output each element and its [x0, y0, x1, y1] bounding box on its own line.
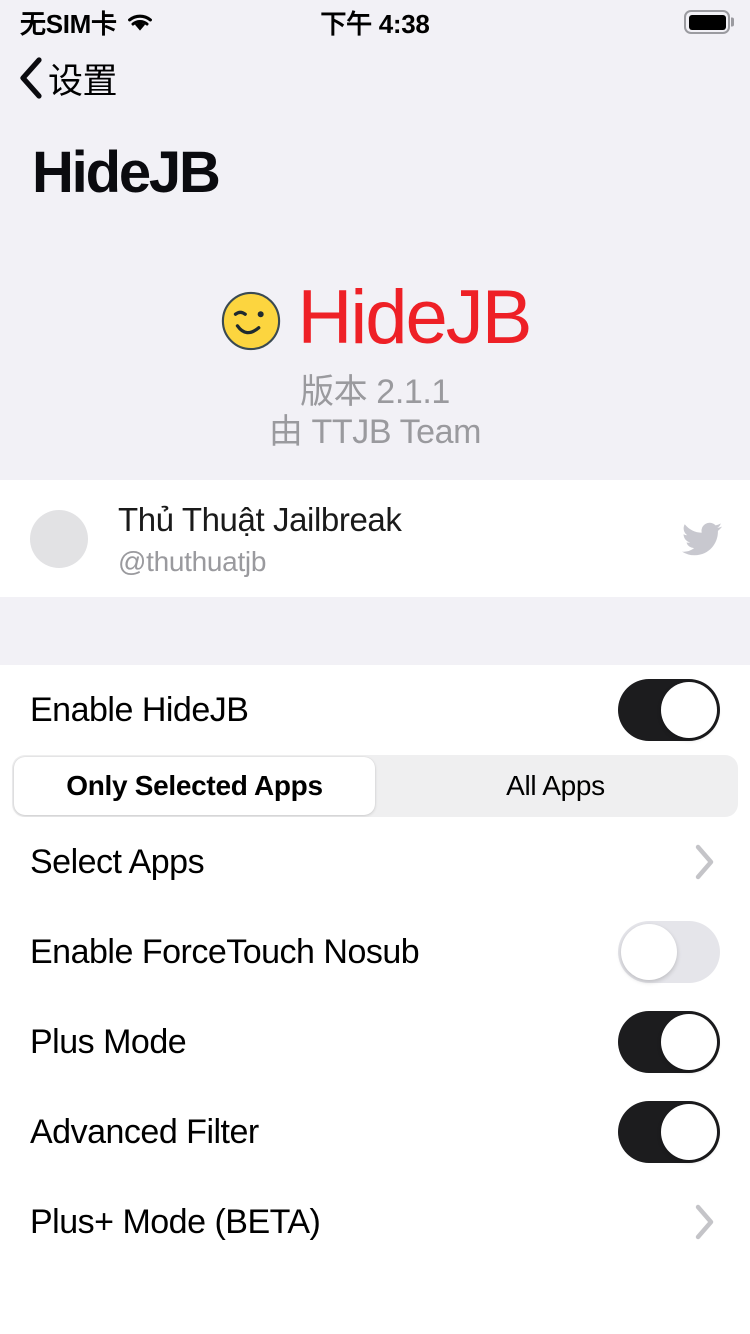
status-bar-left: 无SIM卡 [20, 4, 155, 41]
hero-title-row: HideJB [0, 280, 750, 356]
status-bar-right [684, 10, 730, 34]
row-label: Plus Mode [30, 1022, 187, 1061]
app-scope-segmented-control-wrap: Only Selected Apps All Apps [0, 755, 750, 818]
row-label: Enable ForceTouch Nosub [30, 932, 420, 971]
hero-title: HideJB [297, 275, 533, 360]
twitter-account-name: Thủ Thuật Jailbreak [118, 501, 402, 539]
section-separator [0, 597, 750, 666]
toggle-plus-mode[interactable] [618, 1011, 720, 1074]
twitter-account-handle: @thuthuatjb [118, 545, 267, 577]
winking-face-emoji [221, 291, 280, 351]
row-label: Advanced Filter [30, 1112, 259, 1151]
status-bar: 无SIM卡 下午 4:38 [0, 0, 750, 44]
chevron-right-icon [695, 1205, 714, 1240]
row-plus-mode[interactable]: Plus Mode [0, 997, 750, 1088]
chevron-left-icon [20, 57, 42, 99]
wifi-icon [127, 14, 152, 31]
app-scope-segmented-control[interactable]: Only Selected Apps All Apps [12, 755, 738, 818]
avatar [30, 509, 88, 568]
hero-section: HideJB HideJB 版本 2.1.1 由 TTJB Team [0, 112, 750, 481]
row-label: Enable HideJB [30, 690, 249, 729]
segment-only-selected-apps[interactable]: Only Selected Apps [14, 757, 375, 816]
segment-all-apps[interactable]: All Apps [375, 757, 736, 815]
toggle-enable-forcetouch-nosub[interactable] [618, 921, 720, 984]
navigation-bar: 设置 [0, 44, 750, 112]
settings-list: Enable HideJB Only Selected Apps All App… [0, 665, 750, 1334]
twitter-bird-icon [682, 522, 723, 555]
toggle-knob [661, 1104, 717, 1161]
carrier-label: 无SIM卡 [20, 8, 117, 39]
page-title: HideJB [32, 140, 221, 205]
row-advanced-filter[interactable]: Advanced Filter [0, 1087, 750, 1178]
back-button-label: 设置 [48, 61, 118, 101]
battery-full-icon [684, 10, 730, 34]
hero-content: HideJB 版本 2.1.1 由 TTJB Team [0, 280, 750, 452]
chevron-right-icon [695, 845, 714, 880]
row-plus-plus-mode-beta[interactable]: Plus+ Mode (BETA) [0, 1177, 750, 1268]
twitter-account-text: Thủ Thuật Jailbreak @thuthuatjb [118, 499, 680, 578]
row-enable-hidejb[interactable]: Enable HideJB [0, 665, 750, 756]
hero-author: 由 TTJB Team [268, 413, 482, 452]
toggle-enable-hidejb[interactable] [618, 679, 720, 742]
row-label: Plus+ Mode (BETA) [30, 1202, 321, 1241]
toggle-advanced-filter[interactable] [618, 1101, 720, 1164]
toggle-knob [661, 682, 717, 739]
row-enable-forcetouch-nosub[interactable]: Enable ForceTouch Nosub [0, 907, 750, 998]
toggle-knob [621, 924, 677, 981]
back-button[interactable]: 设置 [16, 53, 118, 104]
battery-fill [688, 14, 726, 30]
twitter-account-row[interactable]: Thủ Thuật Jailbreak @thuthuatjb [0, 480, 750, 598]
row-select-apps[interactable]: Select Apps [0, 817, 750, 908]
app-screen: 无SIM卡 下午 4:38 设置 HideJB HideJB 版本 2.1.1 … [0, 0, 750, 1334]
row-label: Select Apps [30, 842, 205, 881]
hero-version: 版本 2.1.1 [300, 373, 450, 411]
toggle-knob [661, 1014, 717, 1071]
